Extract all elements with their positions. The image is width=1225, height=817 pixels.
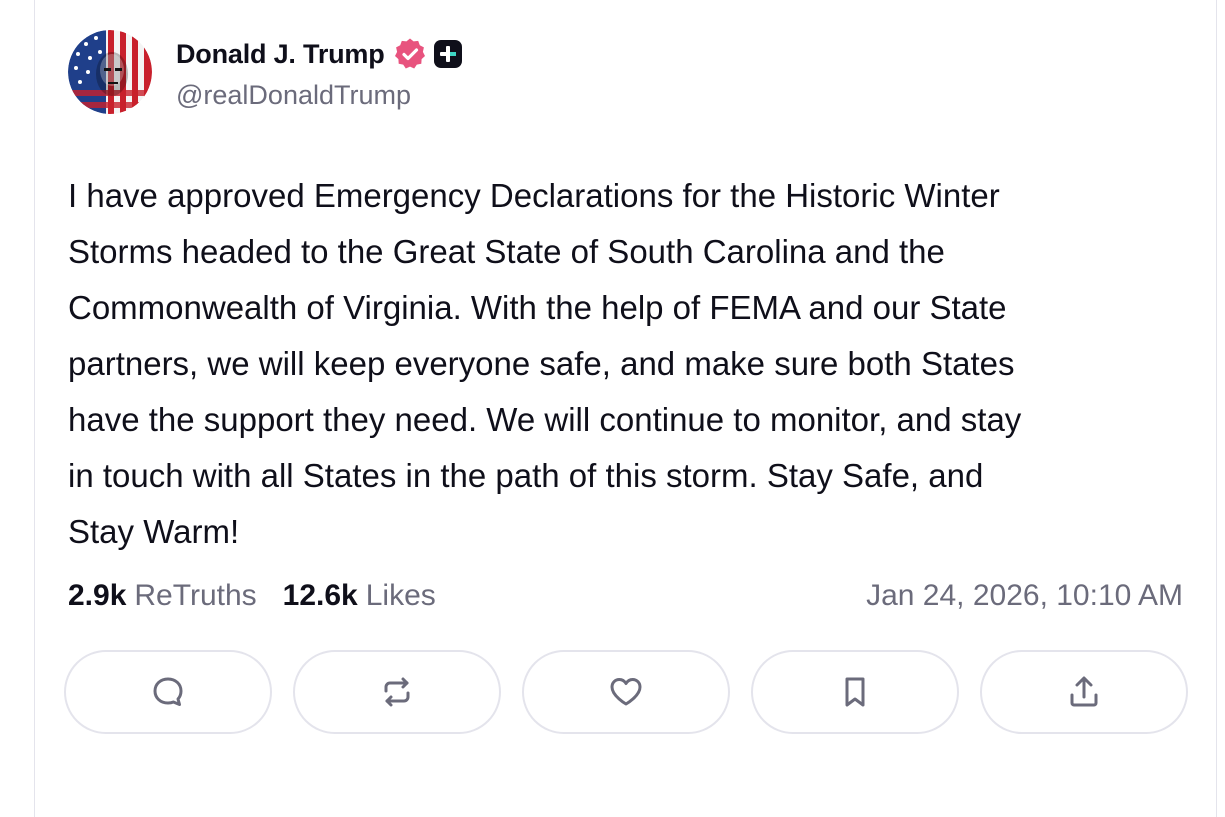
post-body-line: Commonwealth of Virginia. With the help … [68,289,1007,326]
post-body-line: have the support they need. We will cont… [68,401,1022,438]
share-icon [1070,676,1098,707]
flag-portrait-avatar-icon [68,30,152,114]
post-action-bar [64,650,1188,738]
heart-icon [610,678,642,706]
author-display-name[interactable]: Donald J. Trump [176,39,385,70]
post-body: I have approved Emergency Declarations f… [68,168,1208,560]
post-body-line: partners, we will keep everyone safe, an… [68,345,1015,382]
retruth-button[interactable] [293,650,501,734]
reply-button[interactable] [64,650,272,734]
likes-stat[interactable]: 12.6k Likes [283,579,436,613]
post-timestamp[interactable]: Jan 24, 2026, 10:10 AM [866,574,1183,618]
bookmark-icon [845,677,865,707]
post-stats: 2.9k ReTruths 12.6k Likes [68,574,436,618]
post-body-line: Stay Warm! [68,513,240,550]
like-button[interactable] [522,650,730,734]
post-card: Donald J. Trump @realDonaldTrump I have … [0,0,1225,817]
truth-plus-icon [433,39,463,69]
post-body-line: I have approved Emergency Declarations f… [68,177,1000,214]
verified-badge-icon [393,37,427,71]
repost-icon [384,677,410,707]
retruths-count: 2.9k [68,579,127,612]
retruths-stat[interactable]: 2.9k ReTruths [68,579,257,613]
comment-icon [153,677,183,706]
author-name-row: Donald J. Trump [176,36,463,72]
likes-count: 12.6k [282,579,358,612]
retruths-label: ReTruths [134,579,257,612]
avatar[interactable] [68,30,152,114]
author-handle[interactable]: @realDonaldTrump [176,80,411,111]
likes-label: Likes [365,579,436,612]
bookmark-button[interactable] [751,650,959,734]
share-button[interactable] [980,650,1188,734]
post-body-line: Storms headed to the Great State of Sout… [68,233,945,270]
post-body-line: in touch with all States in the path of … [68,457,984,494]
